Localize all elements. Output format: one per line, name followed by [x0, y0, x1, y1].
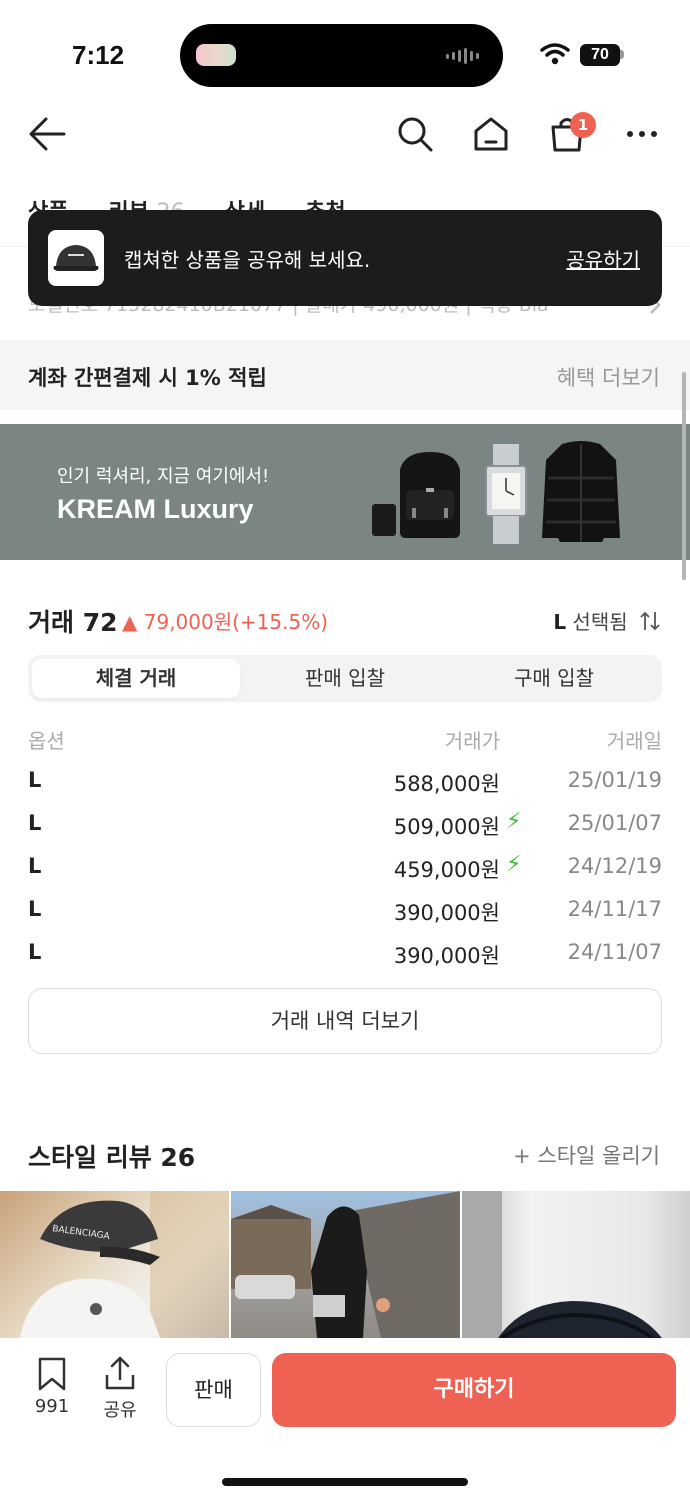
price-change: ▲ 79,000원(+15.5%): [122, 610, 329, 634]
battery-cap: [620, 50, 624, 59]
cart-count-badge: 1: [570, 112, 596, 138]
style-photo-1-image: BALENCIAGA: [20, 1191, 229, 1338]
share-icon[interactable]: [104, 1355, 136, 1391]
more-icon[interactable]: [626, 130, 658, 138]
trade-row-price: 588,000원: [393, 772, 500, 796]
dynamic-island: [180, 24, 503, 87]
trade-row-price: 459,000원: [393, 858, 500, 882]
trade-row-date: 25/01/19: [567, 768, 662, 792]
style-photo[interactable]: [462, 1191, 690, 1338]
style-photo-3-image: [462, 1191, 662, 1338]
watch-image-icon: [485, 444, 527, 544]
audio-wave-icon: [446, 48, 479, 64]
trade-row-size: L: [28, 897, 42, 921]
banner-title: KREAM Luxury: [57, 494, 254, 524]
share-label: 공유: [103, 1400, 137, 1421]
wifi-icon: [540, 43, 570, 65]
banner-subtitle: 인기 럭셔리, 지금 여기에서!: [57, 466, 270, 487]
product-thumbnail: [48, 230, 104, 286]
home-indicator: [222, 1478, 468, 1486]
now-playing-thumbnail: [196, 44, 236, 66]
trade-row-size: L: [28, 854, 42, 878]
trade-row-price: 390,000원: [393, 901, 500, 925]
header-option: 옵션: [28, 729, 65, 753]
trade-row-price: 509,000원: [393, 815, 500, 839]
trade-row-price: 390,000원: [393, 944, 500, 968]
header-date: 거래일: [606, 729, 662, 753]
puffer-jacket-image-icon: [542, 441, 620, 542]
trade-row-size: L: [28, 940, 42, 964]
backpack-image-icon: [372, 452, 460, 538]
trade-row-date: 24/11/17: [567, 897, 662, 921]
toast-message: 캡쳐한 상품을 공유해 보세요.: [124, 248, 371, 272]
size-selector[interactable]: L 선택됨: [553, 606, 660, 635]
benefit-label: 계좌 간편결제 시 1% 적립: [28, 366, 267, 390]
status-time: 7:12: [72, 40, 125, 70]
benefit-more-link[interactable]: 혜택 더보기: [557, 362, 660, 392]
trade-row-date: 25/01/07: [567, 811, 662, 835]
kream-luxury-banner[interactable]: 인기 럭셔리, 지금 여기에서! KREAM Luxury: [0, 424, 690, 560]
trade-row-date: 24/11/07: [567, 940, 662, 964]
trade-row-date: 24/12/19: [567, 854, 662, 878]
buy-button[interactable]: 구매하기: [272, 1353, 676, 1427]
upload-style-link[interactable]: + 스타일 올리기: [513, 1140, 660, 1170]
cap-image-icon: [53, 245, 99, 271]
style-photo[interactable]: BALENCIAGA: [0, 1191, 229, 1338]
bookmark-count: 991: [34, 1396, 70, 1417]
tab-buy-bids[interactable]: 구매 입찰: [450, 659, 658, 698]
style-review-title: 스타일 리뷰 26: [28, 1143, 196, 1172]
search-icon[interactable]: [396, 115, 434, 153]
quick-delivery-icon: ⚡: [506, 852, 522, 877]
trade-count-title: 거래 72: [28, 608, 118, 637]
style-photo[interactable]: [231, 1191, 460, 1338]
trade-type-segment: 체결 거래 판매 입찰 구매 입찰: [28, 655, 662, 702]
share-toast: 캡쳐한 상품을 공유해 보세요. 공유하기: [28, 210, 662, 306]
trade-row-size: L: [28, 768, 42, 792]
quick-delivery-icon: ⚡: [506, 809, 522, 834]
tab-completed-trades[interactable]: 체결 거래: [32, 659, 240, 698]
size-selected-label: 선택됨: [566, 610, 628, 634]
home-icon[interactable]: [472, 115, 510, 153]
battery-icon: 70: [580, 44, 620, 66]
share-link[interactable]: 공유하기: [566, 244, 640, 273]
trade-history-more-button[interactable]: 거래 내역 더보기: [28, 988, 662, 1054]
back-arrow-icon[interactable]: [28, 116, 68, 152]
payment-benefit-row[interactable]: 계좌 간편결제 시 1% 적립 혜택 더보기: [0, 340, 690, 410]
sort-arrows-icon: [640, 611, 660, 631]
selected-size: L: [553, 610, 567, 634]
scrollbar[interactable]: [682, 372, 686, 580]
bookmark-icon[interactable]: [36, 1356, 68, 1392]
trade-row-size: L: [28, 811, 42, 835]
style-photo-2-image: [231, 1191, 460, 1338]
sell-button[interactable]: 판매: [166, 1353, 261, 1427]
tab-sell-bids[interactable]: 판매 입찰: [241, 659, 449, 698]
header-price: 거래가: [444, 729, 500, 753]
